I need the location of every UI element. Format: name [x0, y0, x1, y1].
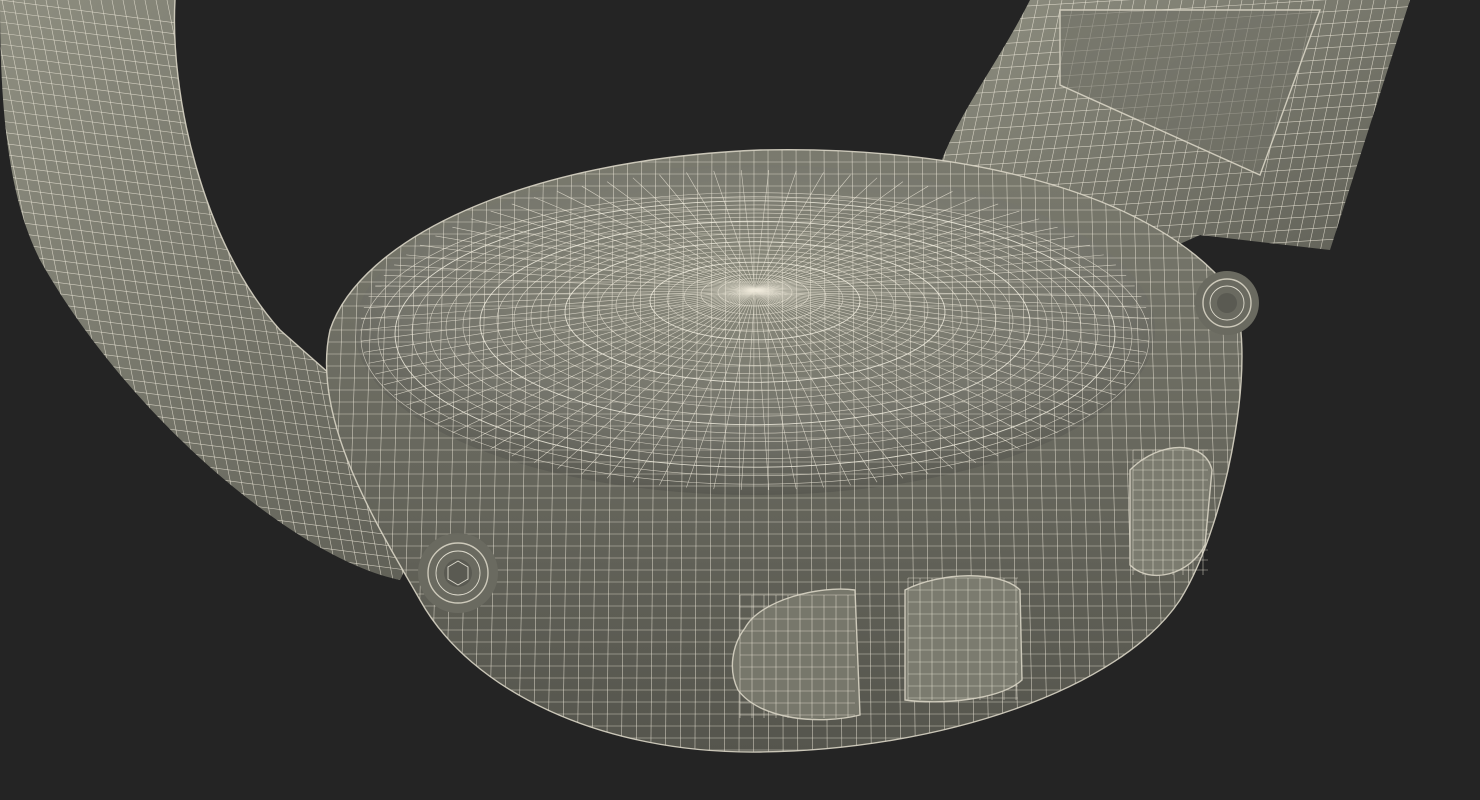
render-viewport: [0, 0, 1410, 753]
lug-screw-right: [1195, 271, 1259, 335]
lug-screw-left: [418, 533, 498, 613]
side-button-center: [904, 575, 1023, 703]
